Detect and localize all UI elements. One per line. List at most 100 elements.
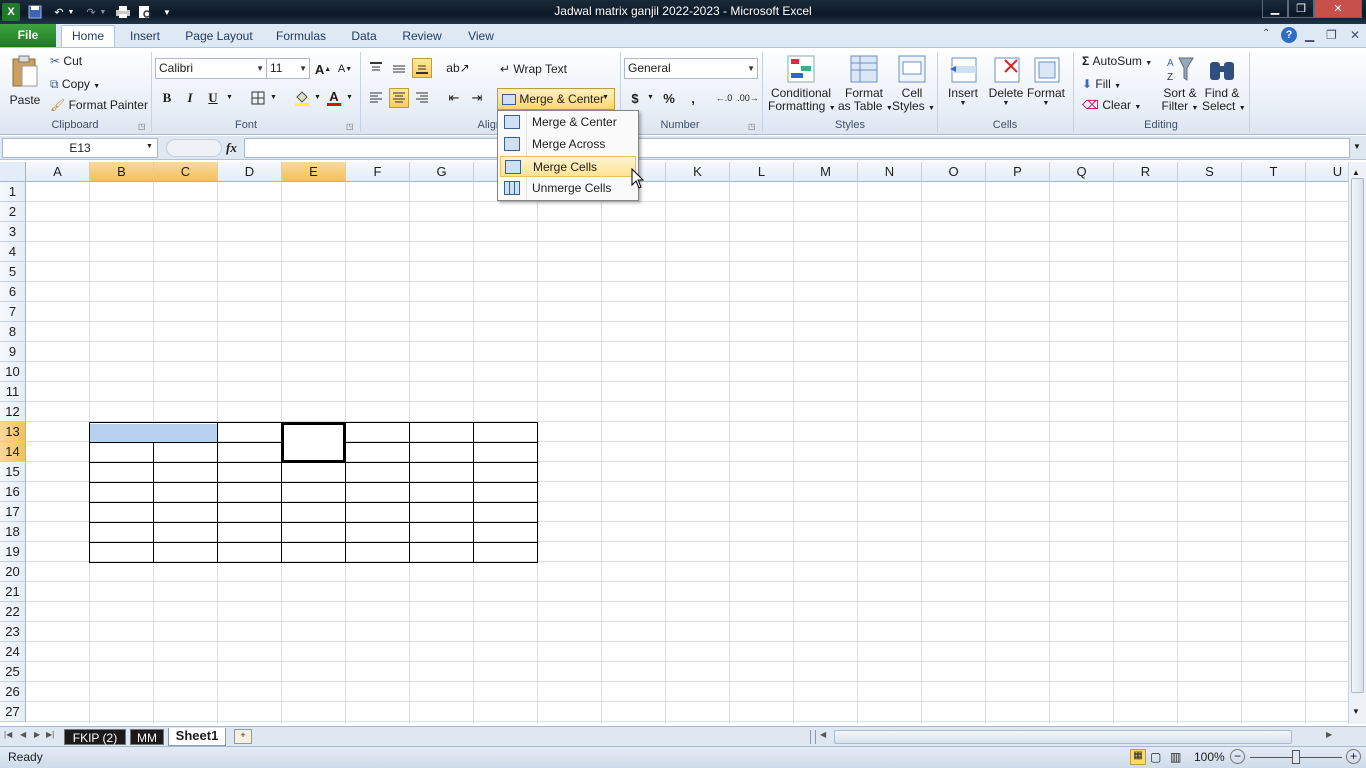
borders-dropdown-icon[interactable]: ▼ bbox=[270, 94, 277, 101]
help-icon[interactable]: ? bbox=[1281, 27, 1297, 43]
tab-file[interactable]: File bbox=[0, 24, 56, 47]
sheet-tab-fkip[interactable]: FKIP (2) bbox=[64, 729, 126, 745]
bottom-align-button[interactable] bbox=[412, 58, 432, 78]
shrink-font-button[interactable]: A ▼ bbox=[335, 59, 355, 79]
zoom-out-icon[interactable]: − bbox=[1230, 749, 1245, 764]
cut-button[interactable]: ✂ Cut bbox=[50, 54, 82, 68]
tab-home[interactable]: Home bbox=[61, 25, 115, 47]
font-name-combo[interactable]: Calibri ▼ bbox=[155, 58, 267, 79]
scroll-right-icon[interactable]: ▶ bbox=[1326, 730, 1332, 739]
merge-center-button[interactable]: Merge & Center bbox=[497, 88, 615, 110]
top-align-button[interactable] bbox=[366, 58, 386, 78]
decrease-indent-button[interactable]: ⇤ bbox=[444, 88, 464, 108]
workbook-close-icon[interactable]: ✕ bbox=[1350, 28, 1360, 42]
page-break-view-icon[interactable]: ▥ bbox=[1170, 750, 1181, 764]
italic-button[interactable]: I bbox=[180, 88, 200, 108]
clear-button[interactable]: ⌫ Clear ▼ bbox=[1082, 98, 1141, 112]
name-box-dropdown-icon[interactable]: ▼ bbox=[146, 143, 153, 150]
fill-color-button[interactable] bbox=[292, 88, 312, 108]
menu-item-merge-cells[interactable]: Merge Cells bbox=[500, 156, 636, 177]
middle-align-button[interactable] bbox=[389, 58, 409, 78]
workbook-minimize-icon[interactable]: ▁ bbox=[1305, 28, 1314, 42]
align-center-button[interactable] bbox=[389, 88, 409, 108]
tab-page-layout[interactable]: Page Layout bbox=[178, 28, 260, 47]
vertical-scroll-thumb[interactable] bbox=[1351, 178, 1364, 693]
currency-dropdown-icon[interactable]: ▼ bbox=[647, 94, 654, 101]
decrease-decimal-button[interactable]: .00→ bbox=[737, 88, 759, 108]
bold-button[interactable]: B bbox=[157, 88, 177, 108]
minimize-button[interactable]: ▁ bbox=[1262, 0, 1288, 18]
format-cells-button[interactable]: Format ▼ bbox=[1026, 54, 1066, 107]
insert-cells-button[interactable]: Insert ▼ bbox=[944, 54, 982, 107]
menu-item-unmerge-cells[interactable]: Unmerge Cells bbox=[500, 178, 636, 199]
orientation-button[interactable]: ab↗ bbox=[446, 58, 469, 78]
formula-input[interactable] bbox=[244, 138, 1350, 158]
prev-sheet-icon[interactable]: ◀ bbox=[20, 730, 26, 739]
increase-indent-button[interactable]: ⇥ bbox=[467, 88, 487, 108]
copy-dropdown-icon[interactable]: ▼ bbox=[93, 83, 100, 90]
expand-formula-bar-icon[interactable]: ▼ bbox=[1353, 142, 1361, 151]
grow-font-button[interactable]: A ▲ bbox=[313, 59, 333, 79]
sheet-tab-sheet1[interactable]: Sheet1 bbox=[168, 728, 226, 746]
font-color-dropdown-icon[interactable]: ▼ bbox=[346, 94, 353, 101]
font-size-combo[interactable]: 11 ▼ bbox=[266, 58, 310, 79]
menu-item-merge-across[interactable]: Merge Across bbox=[500, 134, 636, 155]
zoom-in-icon[interactable]: + bbox=[1346, 749, 1361, 764]
restore-button[interactable]: ❐ bbox=[1288, 0, 1314, 18]
page-layout-view-icon[interactable]: ▢ bbox=[1150, 750, 1161, 764]
workbook-restore-icon[interactable]: ❐ bbox=[1326, 28, 1337, 42]
insert-worksheet-icon[interactable]: + bbox=[234, 729, 252, 744]
comma-button[interactable]: , bbox=[683, 88, 703, 108]
underline-dropdown-icon[interactable]: ▼ bbox=[226, 94, 233, 101]
scroll-left-icon[interactable]: ◀ bbox=[820, 730, 826, 739]
borders-button[interactable] bbox=[248, 88, 268, 108]
first-sheet-icon[interactable]: |◀ bbox=[4, 730, 12, 739]
zoom-level[interactable]: 100% bbox=[1194, 750, 1225, 764]
tab-formulas[interactable]: Formulas bbox=[270, 28, 332, 47]
format-painter-button[interactable]: 🖌 Format Painter bbox=[50, 98, 148, 112]
underline-button[interactable]: U bbox=[203, 88, 223, 108]
insert-function-button[interactable]: fx bbox=[226, 140, 237, 156]
paste-button[interactable]: Paste bbox=[8, 54, 42, 116]
vertical-scrollbar[interactable]: ▲ ▼ bbox=[1348, 162, 1366, 724]
scroll-down-icon[interactable]: ▼ bbox=[1352, 707, 1360, 716]
scroll-up-icon[interactable]: ▲ bbox=[1352, 168, 1360, 177]
name-box[interactable]: E13 bbox=[2, 138, 158, 158]
autosum-button[interactable]: Σ AutoSum ▼ bbox=[1082, 54, 1152, 68]
tab-view[interactable]: View bbox=[458, 28, 504, 47]
tab-data[interactable]: Data bbox=[344, 28, 384, 47]
worksheet-grid[interactable]: ABCDEFGHIJKLMNOPQRSTU 123456789101112131… bbox=[0, 162, 1348, 724]
close-button[interactable]: ✕ bbox=[1314, 0, 1362, 18]
sort-filter-button[interactable]: AZ Sort & Filter ▼ bbox=[1160, 54, 1200, 115]
menu-item-merge-center[interactable]: Merge & Center bbox=[500, 112, 636, 133]
tab-split-handle[interactable] bbox=[810, 730, 816, 744]
conditional-formatting-button[interactable]: Conditional Formatting ▼ bbox=[768, 54, 836, 115]
font-color-button[interactable]: A bbox=[324, 88, 344, 108]
zoom-slider-thumb[interactable] bbox=[1292, 750, 1300, 764]
tab-review[interactable]: Review bbox=[396, 28, 448, 47]
align-left-button[interactable] bbox=[366, 88, 386, 108]
normal-view-icon[interactable]: ▦ bbox=[1130, 749, 1146, 765]
copy-button[interactable]: ⧉ Copy ▼ bbox=[50, 77, 100, 92]
align-right-button[interactable] bbox=[412, 88, 432, 108]
delete-cells-button[interactable]: Delete ▼ bbox=[986, 54, 1026, 107]
fill-button[interactable]: ⬇ Fill ▼ bbox=[1082, 77, 1121, 91]
font-launcher-icon[interactable]: ◳ bbox=[346, 122, 354, 131]
minimize-ribbon-icon[interactable]: ⌃ bbox=[1262, 28, 1270, 39]
cell-styles-button[interactable]: Cell Styles ▼ bbox=[892, 54, 935, 115]
sheet-tab-mm[interactable]: MM bbox=[130, 729, 164, 745]
find-select-button[interactable]: Find & Select ▼ bbox=[1202, 54, 1246, 115]
merge-dropdown-icon[interactable]: ▼ bbox=[602, 94, 609, 101]
format-as-table-button[interactable]: Format as Table ▼ bbox=[838, 54, 893, 115]
currency-button[interactable]: $ bbox=[625, 88, 645, 108]
last-sheet-icon[interactable]: ▶| bbox=[46, 730, 54, 739]
wrap-text-button[interactable]: ↵ Wrap Text bbox=[500, 62, 567, 76]
number-format-combo[interactable]: General ▼ bbox=[624, 58, 758, 79]
fill-color-dropdown-icon[interactable]: ▼ bbox=[314, 94, 321, 101]
horizontal-scroll-thumb[interactable] bbox=[834, 730, 1292, 744]
clipboard-launcher-icon[interactable]: ◳ bbox=[138, 122, 146, 131]
next-sheet-icon[interactable]: ▶ bbox=[34, 730, 40, 739]
number-launcher-icon[interactable]: ◳ bbox=[748, 122, 756, 131]
tab-insert[interactable]: Insert bbox=[122, 28, 168, 47]
increase-decimal-button[interactable]: ←.0 bbox=[714, 88, 734, 108]
